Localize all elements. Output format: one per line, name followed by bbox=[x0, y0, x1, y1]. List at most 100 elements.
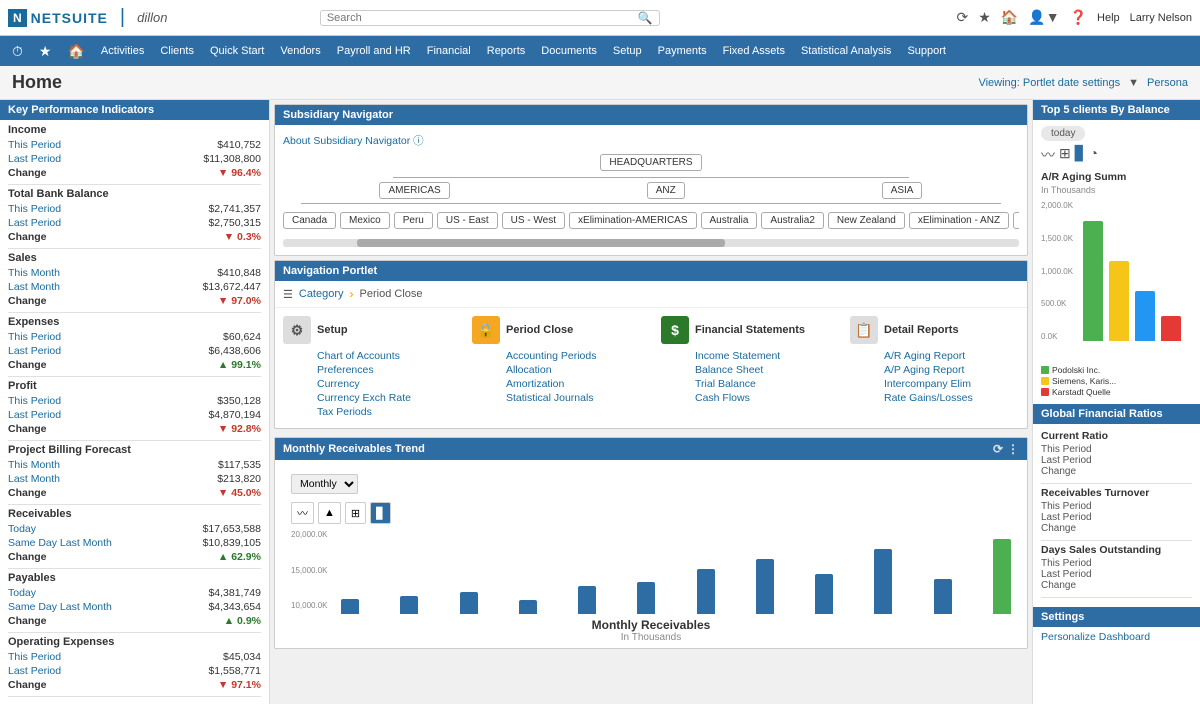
nav-fixed-assets[interactable]: Fixed Assets bbox=[715, 36, 793, 66]
nav-home-icon[interactable]: 🏠 bbox=[59, 43, 92, 60]
bar-chart-icon[interactable]: ▊ bbox=[1075, 145, 1086, 165]
nav-clients[interactable]: Clients bbox=[152, 36, 202, 66]
sub-nav-child-node[interactable]: xElimination-AMERICAS bbox=[569, 212, 696, 229]
nav-reports[interactable]: Reports bbox=[479, 36, 534, 66]
nav-vendors[interactable]: Vendors bbox=[272, 36, 328, 66]
kpi-label[interactable]: Today bbox=[8, 587, 36, 599]
nav-payroll[interactable]: Payroll and HR bbox=[329, 36, 419, 66]
nav-col-link[interactable]: Income Statement bbox=[695, 350, 830, 362]
gfr-row: Last Period bbox=[1041, 512, 1192, 523]
nav-clock-icon[interactable]: ⏱ bbox=[4, 43, 31, 60]
nav-col-link[interactable]: A/P Aging Report bbox=[884, 364, 1019, 376]
page-header-right: Viewing: Portlet date settings ▼ Persona bbox=[978, 77, 1188, 89]
sub-nav-child-node[interactable]: Mexico bbox=[340, 212, 390, 229]
alerts-icon[interactable]: 👤▼ bbox=[1028, 9, 1059, 26]
kpi-label[interactable]: This Period bbox=[8, 651, 61, 663]
kpi-value: $6,438,606 bbox=[208, 345, 261, 357]
sub-nav-child-node[interactable]: Canada bbox=[283, 212, 336, 229]
search-input[interactable] bbox=[327, 12, 638, 24]
home-icon[interactable]: 🏠 bbox=[1001, 9, 1018, 26]
star-icon[interactable]: ★ bbox=[978, 9, 991, 26]
sub-nav-child-node[interactable]: Hong Kong bbox=[1013, 212, 1019, 229]
sub-nav-child-node[interactable]: xElimination - ANZ bbox=[909, 212, 1009, 229]
nav-col-link[interactable]: Preferences bbox=[317, 364, 452, 376]
kpi-label[interactable]: Last Month bbox=[8, 473, 60, 485]
kpi-label[interactable]: Last Period bbox=[8, 345, 61, 357]
region-anz[interactable]: ANZ bbox=[647, 182, 685, 199]
nav-documents[interactable]: Documents bbox=[533, 36, 605, 66]
kpi-label[interactable]: This Period bbox=[8, 203, 61, 215]
hq-node[interactable]: HEADQUARTERS bbox=[600, 154, 701, 171]
pie-chart-icon[interactable]: ◔ bbox=[1090, 145, 1098, 165]
y-label-top: 20,000.0K bbox=[291, 530, 327, 539]
kpi-label[interactable]: Same Day Last Month bbox=[8, 537, 112, 549]
nav-activities[interactable]: Activities bbox=[93, 36, 152, 66]
nav-col-link[interactable]: Accounting Periods bbox=[506, 350, 641, 362]
kpi-label[interactable]: Same Day Last Month bbox=[8, 601, 112, 613]
kpi-label[interactable]: This Period bbox=[8, 139, 61, 151]
table-chart-icon[interactable]: ⊞ bbox=[1059, 145, 1071, 165]
chart-line-btn[interactable]: 〰 bbox=[291, 502, 314, 524]
personalize-dashboard-link[interactable]: Personalize Dashboard bbox=[1033, 627, 1200, 647]
nav-col-link[interactable]: Statistical Journals bbox=[506, 392, 641, 404]
kpi-divider bbox=[8, 376, 261, 377]
kpi-label[interactable]: Last Period bbox=[8, 665, 61, 677]
nav-col-link[interactable]: Currency Exch Rate bbox=[317, 392, 452, 404]
nav-financial[interactable]: Financial bbox=[419, 36, 479, 66]
kpi-label[interactable]: This Month bbox=[8, 459, 60, 471]
region-americas[interactable]: AMERICAS bbox=[379, 182, 449, 199]
kpi-label[interactable]: This Month bbox=[8, 267, 60, 279]
nav-col-link[interactable]: A/R Aging Report bbox=[884, 350, 1019, 362]
line-chart-icon[interactable]: 〰 bbox=[1041, 145, 1055, 165]
nav-col-link[interactable]: Amortization bbox=[506, 378, 641, 390]
nav-col-link[interactable]: Tax Periods bbox=[317, 406, 452, 418]
chart-table-btn[interactable]: ⊞ bbox=[345, 502, 366, 524]
nav-col-link[interactable]: Chart of Accounts bbox=[317, 350, 452, 362]
gfr-body: Current Ratio This Period Last Period Ch… bbox=[1033, 424, 1200, 607]
settings-header: Settings bbox=[1033, 607, 1200, 627]
chart-area-btn[interactable]: ▲ bbox=[318, 502, 341, 524]
sub-nav-child-node[interactable]: US - East bbox=[437, 212, 498, 229]
nav-col-link[interactable]: Cash Flows bbox=[695, 392, 830, 404]
kpi-label[interactable]: This Period bbox=[8, 331, 61, 343]
sub-nav-child-node[interactable]: New Zealand bbox=[828, 212, 905, 229]
region-asia[interactable]: ASIA bbox=[882, 182, 923, 199]
breadcrumb-category[interactable]: Category bbox=[299, 288, 344, 300]
about-subsidiary[interactable]: About Subsidiary Navigator ⓘ bbox=[283, 133, 1019, 148]
legend-item: Podolski Inc. bbox=[1041, 365, 1192, 375]
trend-period-select[interactable]: Monthly bbox=[291, 474, 358, 494]
sub-nav-child-node[interactable]: Australia2 bbox=[761, 212, 823, 229]
sub-nav-child-node[interactable]: Australia bbox=[701, 212, 758, 229]
nav-col-link[interactable]: Rate Gains/Losses bbox=[884, 392, 1019, 404]
nav-col-link[interactable]: Intercompany Elim bbox=[884, 378, 1019, 390]
ar-aging-subtitle: In Thousands bbox=[1041, 185, 1192, 195]
persona-link[interactable]: Persona bbox=[1147, 77, 1188, 89]
history-icon[interactable]: ⟳ bbox=[957, 9, 969, 26]
viewing-settings[interactable]: Viewing: Portlet date settings bbox=[978, 77, 1120, 89]
nav-quickstart[interactable]: Quick Start bbox=[202, 36, 272, 66]
settings-menu-icon[interactable]: ⋮ bbox=[1007, 442, 1019, 456]
refresh-icon[interactable]: ⟳ bbox=[993, 442, 1003, 456]
viewing-dropdown-icon: ▼ bbox=[1128, 77, 1139, 89]
nav-col-link[interactable]: Balance Sheet bbox=[695, 364, 830, 376]
nav-setup[interactable]: Setup bbox=[605, 36, 650, 66]
sub-nav-child-node[interactable]: Peru bbox=[394, 212, 433, 229]
nav-col-link[interactable]: Currency bbox=[317, 378, 452, 390]
kpi-label[interactable]: Last Month bbox=[8, 281, 60, 293]
help-icon[interactable]: ❓ bbox=[1070, 9, 1087, 26]
kpi-label[interactable]: Last Period bbox=[8, 409, 61, 421]
nav-col-link[interactable]: Allocation bbox=[506, 364, 641, 376]
chart-bar-btn[interactable]: ▊ bbox=[370, 502, 390, 524]
sub-nav-child-node[interactable]: US - West bbox=[502, 212, 565, 229]
nav-statistical[interactable]: Statistical Analysis bbox=[793, 36, 899, 66]
kpi-row: Last Period $2,750,315 bbox=[8, 216, 261, 230]
nav-star-icon[interactable]: ★ bbox=[31, 43, 60, 60]
nav-payments[interactable]: Payments bbox=[650, 36, 715, 66]
nav-support[interactable]: Support bbox=[899, 36, 954, 66]
kpi-label[interactable]: This Period bbox=[8, 395, 61, 407]
kpi-label[interactable]: Today bbox=[8, 523, 36, 535]
kpi-label[interactable]: Last Period bbox=[8, 153, 61, 165]
kpi-label[interactable]: Last Period bbox=[8, 217, 61, 229]
nav-col-link[interactable]: Trial Balance bbox=[695, 378, 830, 390]
legend-label: Karstadt Quelle bbox=[1052, 387, 1111, 397]
